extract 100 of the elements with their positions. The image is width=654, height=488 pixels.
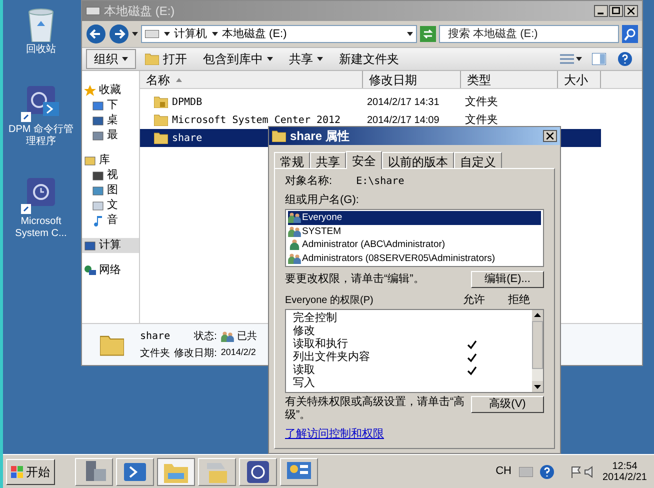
tab[interactable]: 自定义 (454, 152, 502, 168)
permission-row[interactable]: 读取和执行 (293, 338, 532, 351)
user-list-item[interactable]: Everyone (288, 211, 541, 224)
permission-name: 修改 (293, 325, 316, 338)
desktop-icon-label[interactable]: 回收站 (4, 44, 78, 56)
close-icon[interactable] (543, 130, 557, 142)
shortcut-icon (21, 86, 61, 122)
edit-button[interactable]: 编辑(E)... (471, 271, 544, 288)
flag-icon[interactable] (570, 466, 580, 478)
file-date: 2014/2/17 14:09 (366, 114, 440, 128)
advanced-button[interactable]: 高级(V) (471, 396, 544, 413)
language-indicator[interactable]: CH (492, 463, 516, 480)
start-button[interactable]: 开始 (6, 458, 55, 484)
nav-item[interactable]: 文 (82, 198, 139, 213)
toolbar-button[interactable]: 共享 (282, 49, 330, 69)
nav-item[interactable]: 下 (82, 98, 139, 113)
help-link[interactable]: 了解访问控制和权限 (285, 428, 384, 441)
scroll-up-icon[interactable] (532, 310, 543, 321)
permission-row[interactable]: 完全控制 (293, 312, 532, 325)
nav-item[interactable]: 收藏 (82, 83, 139, 98)
user-icon (288, 239, 301, 250)
section-label: 组或用户名(G): (285, 194, 360, 207)
nav-item[interactable]: 音 (82, 213, 139, 228)
permission-name: 读取 (293, 364, 316, 377)
column-header[interactable]: 类型 (461, 71, 558, 88)
music-note-icon (92, 214, 104, 226)
column-label: 拒绝 (507, 294, 531, 307)
user-list-item[interactable]: Administrator (ABC\Administrator) (288, 238, 541, 252)
tab[interactable]: 安全 (346, 151, 382, 169)
search-icon[interactable] (622, 25, 638, 43)
details-value: 2014/2/2 (220, 346, 257, 360)
toolbar-button[interactable]: 新建文件夹 (332, 49, 406, 69)
scroll-down-icon[interactable] (532, 381, 543, 392)
permission-name: 完全控制 (293, 312, 338, 325)
user-list-item[interactable]: Administrators (08SERVER05\Administrators) (288, 252, 541, 265)
nav-item[interactable]: 计算 (82, 238, 139, 253)
nav-item[interactable]: 视 (82, 168, 139, 183)
forward-icon[interactable] (109, 24, 129, 44)
column-label: 允许 (462, 294, 486, 307)
back-icon[interactable] (86, 24, 106, 44)
file-row[interactable]: DPMDB 2014/2/17 14:31 文件夹 (140, 93, 601, 111)
address-bar[interactable]: 计算机 本地磁盘 (E:) (141, 25, 417, 43)
hint-text: 有关特殊权限或高级设置，请单击“高级”。 (285, 396, 466, 422)
tab[interactable]: 常规 (274, 152, 310, 168)
permission-name: 列出文件夹内容 (293, 351, 371, 364)
file-row[interactable]: Microsoft System Center 2012 2014/2/17 14:09 文件夹 (140, 111, 601, 129)
permission-row[interactable]: 读取 (293, 364, 532, 377)
search-field[interactable]: 搜索 本地磁盘 (E:) (439, 25, 619, 43)
minimize-icon[interactable] (594, 5, 608, 17)
folder-icon (272, 130, 286, 142)
nav-item[interactable]: 桌 (82, 113, 139, 128)
help-icon[interactable] (540, 464, 554, 478)
folder-icon (145, 53, 159, 65)
caret-icon (267, 57, 273, 61)
maximize-icon[interactable] (609, 5, 623, 17)
permission-row[interactable]: 列出文件夹内容 (293, 351, 532, 364)
scrollbar[interactable] (532, 310, 543, 392)
nav-item[interactable]: 库 (82, 153, 139, 168)
nav-item[interactable]: 最 (82, 128, 139, 143)
view-options-icon[interactable] (560, 54, 574, 64)
permission-row[interactable]: 写入 (293, 377, 532, 390)
preview-pane-icon[interactable] (592, 53, 606, 65)
file-name: DPMDB (172, 96, 202, 110)
desktop-icon-label[interactable]: Microsoft System C... (4, 216, 78, 240)
caret-icon (317, 57, 323, 61)
toolbar-button[interactable]: 打开 (138, 49, 194, 69)
dialog-title: share 属性 (290, 128, 350, 145)
column-header[interactable]: 名称 (140, 71, 363, 88)
tab[interactable]: 共享 (310, 152, 346, 168)
permission-name: 读取和执行 (293, 338, 349, 350)
tab[interactable]: 以前的版本 (382, 152, 454, 168)
column-header[interactable]: 修改日期 (363, 71, 461, 88)
nav-item[interactable]: 图 (82, 183, 139, 198)
nav-item[interactable]: 网络 (82, 263, 139, 278)
permission-row[interactable]: 修改 (293, 325, 532, 338)
clock-time[interactable]: 12:54 (612, 460, 638, 472)
desktop-icon-label[interactable]: DPM 命令行管理程序 (4, 124, 78, 148)
help-icon[interactable] (618, 52, 632, 66)
breadcrumb-item[interactable]: 计算机 (174, 26, 207, 42)
refresh-icon[interactable] (420, 26, 436, 42)
details-name: share (140, 330, 170, 344)
hint-text: 要更改权限，请单击“编辑”。 (285, 273, 424, 286)
breadcrumb-item[interactable]: 本地磁盘 (E:) (222, 26, 287, 42)
file-date: 2014/2/17 14:31 (366, 96, 440, 110)
user-group-icon (220, 330, 234, 342)
taskbar-button[interactable] (157, 458, 195, 486)
speaker-icon[interactable] (584, 466, 596, 478)
scroll-thumb[interactable] (532, 321, 543, 369)
star-icon (84, 84, 96, 96)
details-label: 修改日期: (174, 346, 217, 360)
sort-up-icon (176, 78, 182, 82)
clock-date[interactable]: 2014/2/21 (602, 472, 647, 482)
close-icon[interactable] (624, 5, 638, 17)
toolbar-button[interactable]: 组织 (86, 49, 136, 69)
column-header[interactable]: 大小 (558, 71, 601, 88)
network-icon (84, 264, 96, 276)
user-list-item[interactable]: SYSTEM (288, 224, 541, 238)
toolbar-button[interactable]: 包含到库中 (196, 49, 280, 69)
caret-icon (576, 57, 582, 61)
caret-icon (132, 32, 138, 36)
